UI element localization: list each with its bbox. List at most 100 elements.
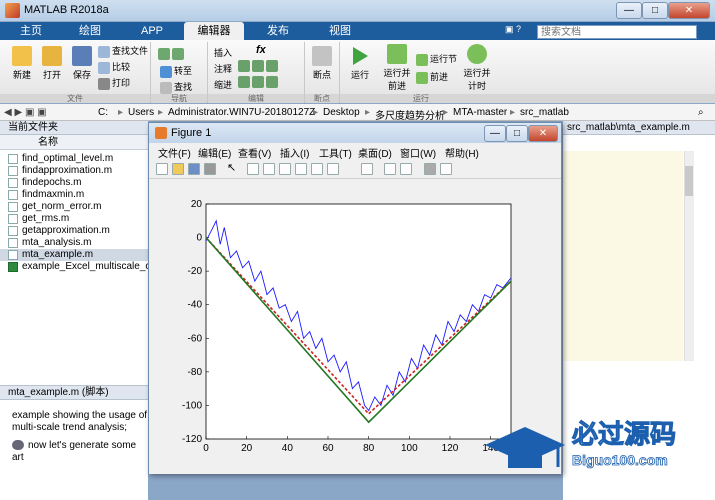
zoom-out-icon[interactable] bbox=[263, 163, 275, 175]
column-header[interactable]: 名称 bbox=[0, 135, 148, 150]
address-drive[interactable]: C: bbox=[98, 107, 108, 118]
compare-button[interactable]: 比较 bbox=[98, 60, 130, 74]
tab-view[interactable]: 视图 bbox=[312, 22, 368, 40]
menu-help[interactable]: 帮助(H) bbox=[445, 145, 479, 160]
colorbar-icon[interactable] bbox=[384, 163, 396, 175]
y-tick-label: -100 bbox=[182, 400, 202, 411]
y-tick-label: -120 bbox=[182, 434, 202, 445]
breakpoint-icon bbox=[312, 46, 332, 66]
list-item[interactable]: get_rms.m bbox=[0, 213, 148, 225]
comment-tools[interactable] bbox=[238, 60, 298, 72]
menu-insert[interactable]: 插入(I) bbox=[280, 145, 309, 160]
figure-close-button[interactable]: ✕ bbox=[528, 125, 558, 142]
tab-editor[interactable]: 编辑器 bbox=[184, 22, 244, 40]
nav-back-forward[interactable] bbox=[158, 48, 198, 60]
y-tick-label: -20 bbox=[188, 266, 203, 277]
insert-button[interactable]: 插入 bbox=[214, 46, 232, 59]
list-item[interactable]: findepochs.m bbox=[0, 177, 148, 189]
new-button[interactable]: 新建 bbox=[8, 46, 36, 81]
y-tick-label: 0 bbox=[196, 233, 202, 244]
comment-bubble-icon bbox=[12, 440, 24, 451]
comment-icon bbox=[238, 60, 250, 72]
save-button[interactable]: 保存 bbox=[68, 46, 96, 81]
close-button[interactable]: ✕ bbox=[668, 2, 710, 19]
tab-publish[interactable]: 发布 bbox=[250, 22, 306, 40]
tab-apps[interactable]: APP bbox=[124, 22, 180, 40]
advance-button[interactable]: 前进 bbox=[416, 70, 448, 84]
address-part[interactable]: 多尺度趋势分析 bbox=[375, 107, 445, 122]
menu-file[interactable]: 文件(F) bbox=[158, 145, 191, 160]
menu-tools[interactable]: 工具(T) bbox=[319, 145, 352, 160]
menu-view[interactable]: 查看(V) bbox=[238, 145, 271, 160]
menu-desktop[interactable]: 桌面(D) bbox=[358, 145, 392, 160]
pointer-icon[interactable]: ↖ bbox=[227, 161, 239, 174]
show-plot-tools-icon[interactable] bbox=[440, 163, 452, 175]
find-files-button[interactable]: 查找文件 bbox=[98, 44, 148, 58]
x-tick-label: 40 bbox=[282, 443, 294, 454]
y-tick-label: -40 bbox=[188, 300, 203, 311]
figure-minimize-button[interactable]: — bbox=[484, 125, 506, 142]
find-button[interactable]: 查找 bbox=[160, 80, 192, 94]
search-icon[interactable]: ⌕ bbox=[698, 107, 704, 118]
list-item[interactable]: example_Excel_multiscale_c bbox=[0, 261, 148, 273]
save-figure-icon[interactable] bbox=[188, 163, 200, 175]
run-section-button[interactable]: 运行节 bbox=[416, 52, 457, 66]
link-plot-icon[interactable] bbox=[361, 163, 373, 175]
figure-icon bbox=[155, 127, 167, 139]
menu-window[interactable]: 窗口(W) bbox=[400, 145, 436, 160]
list-item[interactable]: findapproximation.m bbox=[0, 165, 148, 177]
run-and-time-button[interactable]: 运行并 计时 bbox=[460, 44, 494, 92]
goto-button[interactable]: 转至 bbox=[160, 64, 192, 78]
address-part[interactable]: Users bbox=[128, 107, 154, 118]
breakpoint-button[interactable]: 断点 bbox=[308, 46, 336, 81]
quick-access-icons[interactable]: ▣ ? bbox=[505, 24, 533, 38]
menu-edit[interactable]: 编辑(E) bbox=[198, 145, 231, 160]
comment-button[interactable]: 注释 bbox=[214, 62, 232, 75]
x-tick-label: 60 bbox=[322, 443, 334, 454]
fx-button[interactable]: fx bbox=[256, 44, 266, 56]
tab-plots[interactable]: 绘图 bbox=[62, 22, 118, 40]
open-file-icon[interactable] bbox=[172, 163, 184, 175]
search-documentation-input[interactable] bbox=[537, 25, 697, 39]
nav-arrows-icon[interactable]: ◀ ▶ ▣ ▣ bbox=[4, 107, 47, 118]
editor-text-area[interactable] bbox=[563, 151, 683, 361]
indent-tools[interactable] bbox=[238, 76, 298, 88]
hide-plot-tools-icon[interactable] bbox=[424, 163, 436, 175]
m-file-icon bbox=[8, 202, 18, 212]
run-and-advance-button[interactable]: 运行并 前进 bbox=[380, 44, 414, 92]
indent-button[interactable]: 缩进 bbox=[214, 78, 232, 91]
address-part[interactable]: Administrator.WIN7U-20180127Z bbox=[168, 107, 315, 118]
scrollbar-thumb[interactable] bbox=[685, 166, 693, 196]
list-item[interactable]: find_optimal_level.m bbox=[0, 153, 148, 165]
run-button[interactable]: 运行 bbox=[346, 46, 374, 81]
brush-icon[interactable] bbox=[327, 163, 339, 175]
legend-icon[interactable] bbox=[400, 163, 412, 175]
print-figure-icon[interactable] bbox=[204, 163, 216, 175]
figure-maximize-button[interactable]: □ bbox=[506, 125, 528, 142]
new-figure-icon[interactable] bbox=[156, 163, 168, 175]
goto-icon bbox=[160, 65, 172, 78]
address-part[interactable]: src_matlab bbox=[520, 107, 569, 118]
list-item-selected[interactable]: mta_example.m bbox=[0, 249, 148, 261]
new-file-icon bbox=[12, 46, 32, 66]
rotate-icon[interactable] bbox=[295, 163, 307, 175]
minimize-button[interactable]: — bbox=[616, 2, 642, 19]
open-button[interactable]: 打开 bbox=[38, 46, 66, 81]
details-line: example showing the usage of bbox=[12, 410, 148, 421]
data-cursor-icon[interactable] bbox=[311, 163, 323, 175]
divider bbox=[150, 42, 151, 102]
list-item[interactable]: mta_analysis.m bbox=[0, 237, 148, 249]
tab-home[interactable]: 主页 bbox=[6, 22, 56, 40]
zoom-in-icon[interactable] bbox=[247, 163, 259, 175]
address-part[interactable]: Desktop bbox=[323, 107, 360, 118]
list-item[interactable]: findmaxmin.m bbox=[0, 189, 148, 201]
list-item[interactable]: get_norm_error.m bbox=[0, 201, 148, 213]
print-button[interactable]: 打印 bbox=[98, 76, 130, 90]
address-bar[interactable]: ◀ ▶ ▣ ▣ C: ▸ Users ▸ Administrator.WIN7U… bbox=[0, 104, 715, 122]
editor-tab[interactable]: src_matlab\mta_example.m bbox=[563, 121, 715, 135]
address-part[interactable]: MTA-master bbox=[453, 107, 507, 118]
maximize-button[interactable]: □ bbox=[642, 2, 668, 19]
pan-icon[interactable] bbox=[279, 163, 291, 175]
list-item[interactable]: getapproximation.m bbox=[0, 225, 148, 237]
x-tick-label: 120 bbox=[442, 443, 459, 454]
